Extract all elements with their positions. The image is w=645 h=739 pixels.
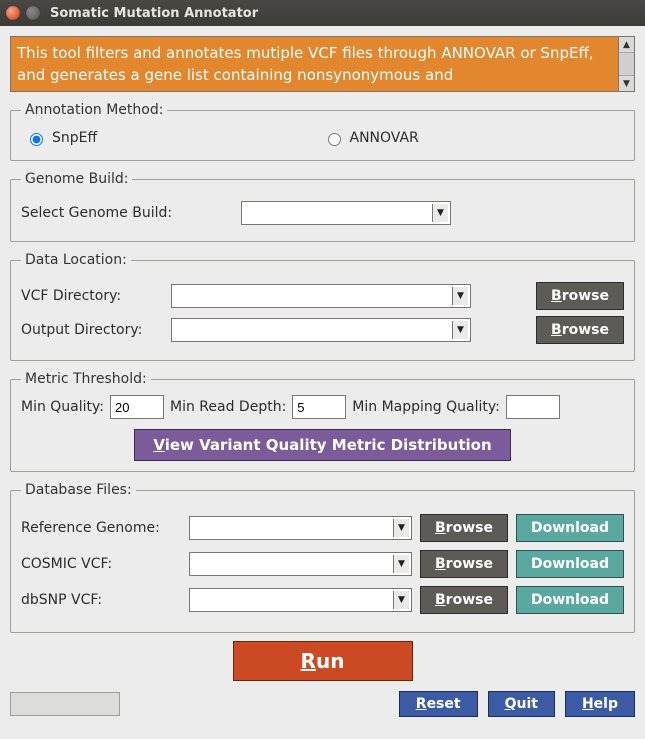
status-bar xyxy=(10,692,120,716)
genome-build-legend: Genome Build: xyxy=(21,171,132,187)
min-mapq-input[interactable] xyxy=(506,395,560,419)
radio-annovar-label: ANNOVAR xyxy=(350,130,419,146)
min-quality-input[interactable] xyxy=(110,395,164,419)
help-button[interactable]: Help xyxy=(565,691,635,717)
genome-build-label: Select Genome Build: xyxy=(21,205,241,221)
genome-build-select[interactable]: ▼ xyxy=(241,201,451,225)
run-button[interactable]: Run xyxy=(233,641,413,681)
scroll-thumb[interactable] xyxy=(619,53,634,75)
data-location-legend: Data Location: xyxy=(21,252,131,268)
ref-genome-download-button[interactable]: Download xyxy=(516,514,624,542)
chevron-down-icon: ▼ xyxy=(452,321,468,339)
vcf-dir-browse-button[interactable]: Browse xyxy=(536,282,624,310)
genome-build-group: Genome Build: Select Genome Build: ▼ xyxy=(10,171,635,242)
description-scrollbar[interactable]: ▲ ▼ xyxy=(618,37,634,91)
dbsnp-vcf-download-button[interactable]: Download xyxy=(516,586,624,614)
description-text: This tool filters and annotates mutiple … xyxy=(11,37,634,92)
radio-snpeff-label: SnpEff xyxy=(52,130,97,146)
vcf-dir-label: VCF Directory: xyxy=(21,288,171,304)
metric-threshold-group: Metric Threshold: Min Quality: Min Read … xyxy=(10,371,635,472)
chevron-down-icon: ▼ xyxy=(393,555,409,573)
ref-genome-label: Reference Genome: xyxy=(21,520,181,536)
ref-genome-select[interactable]: ▼ xyxy=(189,516,412,540)
reset-button[interactable]: Reset xyxy=(399,691,478,717)
annotation-method-group: Annotation Method: SnpEff ANNOVAR xyxy=(10,102,635,161)
dbsnp-vcf-browse-button[interactable]: Browse xyxy=(420,586,508,614)
chevron-down-icon: ▼ xyxy=(452,287,468,305)
min-mapq-label: Min Mapping Quality: xyxy=(352,399,500,415)
dbsnp-vcf-label: dbSNP VCF: xyxy=(21,592,181,608)
scroll-down-icon[interactable]: ▼ xyxy=(619,75,634,91)
cosmic-vcf-browse-button[interactable]: Browse xyxy=(420,550,508,578)
dbsnp-vcf-select[interactable]: ▼ xyxy=(189,588,412,612)
chevron-down-icon: ▼ xyxy=(393,519,409,537)
database-files-group: Database Files: Reference Genome: ▼ Brow… xyxy=(10,482,635,633)
window-minimize-button[interactable] xyxy=(26,6,40,20)
radio-annovar[interactable]: ANNOVAR xyxy=(323,130,419,146)
vcf-dir-select[interactable]: ▼ xyxy=(171,284,471,308)
min-quality-label: Min Quality: xyxy=(21,399,104,415)
radio-annovar-input[interactable] xyxy=(328,133,341,146)
titlebar: Somatic Mutation Annotator xyxy=(0,0,645,26)
chevron-down-icon: ▼ xyxy=(432,204,448,222)
quit-button[interactable]: Quit xyxy=(488,691,555,717)
annotation-method-legend: Annotation Method: xyxy=(21,102,167,118)
cosmic-vcf-download-button[interactable]: Download xyxy=(516,550,624,578)
output-dir-select[interactable]: ▼ xyxy=(171,318,471,342)
min-read-depth-label: Min Read Depth: xyxy=(170,399,286,415)
chevron-down-icon: ▼ xyxy=(393,591,409,609)
ref-genome-browse-button[interactable]: Browse xyxy=(420,514,508,542)
description-panel: This tool filters and annotates mutiple … xyxy=(10,36,635,92)
data-location-group: Data Location: VCF Directory: ▼ Browse O… xyxy=(10,252,635,361)
min-read-depth-input[interactable] xyxy=(292,395,346,419)
cosmic-vcf-label: COSMIC VCF: xyxy=(21,556,181,572)
window-title: Somatic Mutation Annotator xyxy=(50,6,258,21)
metric-threshold-legend: Metric Threshold: xyxy=(21,371,151,387)
view-metric-distribution-button[interactable]: View Variant Quality Metric Distribution xyxy=(134,429,510,461)
radio-snpeff[interactable]: SnpEff xyxy=(25,130,323,146)
scroll-up-icon[interactable]: ▲ xyxy=(619,37,634,53)
client-area: This tool filters and annotates mutiple … xyxy=(0,26,645,725)
radio-snpeff-input[interactable] xyxy=(30,133,43,146)
output-dir-label: Output Directory: xyxy=(21,322,171,338)
database-files-legend: Database Files: xyxy=(21,482,136,498)
window-close-button[interactable] xyxy=(6,6,20,20)
output-dir-browse-button[interactable]: Browse xyxy=(536,316,624,344)
cosmic-vcf-select[interactable]: ▼ xyxy=(189,552,412,576)
